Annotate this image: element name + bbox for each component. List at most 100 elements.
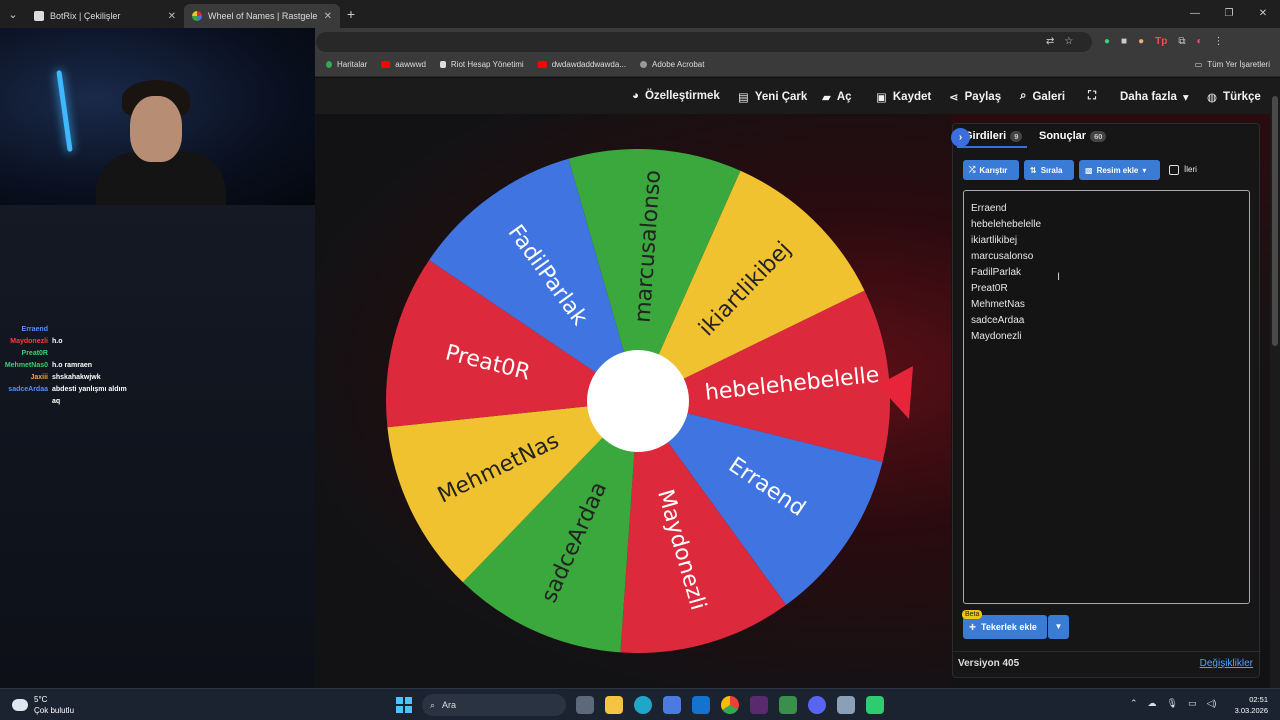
active-tab-indicator xyxy=(957,146,1027,148)
chat-message: Preat0R xyxy=(0,347,200,359)
tab-results[interactable]: Sonuçlar 60 xyxy=(1039,130,1107,142)
add-image-button[interactable]: ▩ Resim ekle ▾ xyxy=(1079,160,1160,180)
bookmark-riot[interactable]: Riot Hesap Yönetimi xyxy=(439,60,524,69)
save-button[interactable]: ▣ Kaydet xyxy=(876,90,931,104)
weather-condition: Çok bulutlu xyxy=(34,706,75,715)
chat-message: Maydonezli h.o xyxy=(0,335,200,347)
add-wheels-dropdown[interactable]: ▼ xyxy=(1048,615,1069,639)
sort-button[interactable]: ⇅ Sırala xyxy=(1024,160,1074,180)
close-icon[interactable]: ✕ xyxy=(324,11,332,22)
scrollbar-thumb[interactable] xyxy=(1272,96,1278,346)
close-icon[interactable]: ✕ xyxy=(168,11,176,22)
save-icon: ▣ xyxy=(876,92,887,104)
settings-gear-icon[interactable] xyxy=(837,696,855,714)
extension-box-icon[interactable]: ■ xyxy=(1121,36,1127,47)
profile-icon[interactable]: ◐ xyxy=(1197,36,1203,47)
advanced-label: İleri xyxy=(1184,165,1197,174)
cloud-sync-icon[interactable]: ☁ xyxy=(1148,698,1157,709)
translate-icon[interactable]: ⇄ xyxy=(1046,36,1054,47)
new-wheel-button[interactable]: ▤ Yeni Çark xyxy=(738,90,807,104)
extensions-puzzle-icon[interactable]: ⧉ xyxy=(1178,36,1185,47)
chrome-icon[interactable] xyxy=(721,696,739,714)
minimize-icon[interactable]: — xyxy=(1178,0,1212,28)
extensions-bar: ● ■ ● Tp ⧉ ◐ ⋮ xyxy=(1104,36,1224,47)
gallery-button[interactable]: ⌕ Galeri xyxy=(1020,90,1065,103)
address-bar[interactable] xyxy=(316,32,1092,52)
all-bookmarks[interactable]: ▭ Tüm Yer İşaretleri xyxy=(1195,60,1270,69)
shuffle-button[interactable]: ⤮ Karıştır xyxy=(963,160,1019,180)
tab-search-chevron-icon[interactable]: ⌄ xyxy=(0,8,26,21)
wheel-center-hub[interactable] xyxy=(587,350,689,452)
more-menu[interactable]: Daha fazla ▾ xyxy=(1120,90,1189,104)
image-icon: ▩ xyxy=(1085,165,1093,175)
results-count-badge: 60 xyxy=(1090,130,1107,142)
date: 3.03.2026 xyxy=(1234,706,1268,715)
tab-title: BotRix | Çekilişler xyxy=(50,11,121,21)
language-menu[interactable]: ◍ Türkçe xyxy=(1207,90,1261,104)
bookmark-adobe[interactable]: Adobe Acrobat xyxy=(639,60,704,69)
new-tab-plus-icon[interactable]: + xyxy=(340,6,362,22)
extension-face-icon[interactable]: ● xyxy=(1138,36,1144,47)
extension-tp-icon[interactable]: Tp xyxy=(1155,36,1167,47)
system-clock[interactable]: 02:51 3.03.2026 xyxy=(1235,694,1268,716)
entry-line: sadceArdaa xyxy=(971,315,1025,326)
chat-username: Erraend xyxy=(21,325,48,333)
bookmark-maps[interactable]: Haritalar xyxy=(326,60,367,69)
tab-entries[interactable]: › Girdileri 9 xyxy=(951,128,1023,147)
extension-shield-icon[interactable]: ● xyxy=(1104,36,1110,47)
editor-icon[interactable] xyxy=(750,696,768,714)
entries-count-badge: 9 xyxy=(1010,130,1023,142)
neon-light xyxy=(56,70,73,152)
volume-icon[interactable]: ◁) xyxy=(1207,698,1217,709)
open-button[interactable]: ▰ Aç xyxy=(822,90,852,104)
changes-link[interactable]: Değişiklikler xyxy=(1200,658,1253,669)
chat-message: sadceArdaa abdesti yanlışmı aldım xyxy=(0,383,200,395)
app-navigation: ◕ Özelleştirmek ▤ Yeni Çark ▰ Aç ▣ Kaydet ⋖ P… xyxy=(315,78,1280,114)
network-icon[interactable]: ▭ xyxy=(1188,698,1197,709)
fullscreen-button[interactable]: ⛶ xyxy=(1088,90,1096,103)
game-app-icon[interactable] xyxy=(866,696,884,714)
collapse-arrow-icon[interactable]: › xyxy=(951,128,970,147)
chat-username: MehmetNas0 xyxy=(4,361,48,369)
weather-widget[interactable]: 5°C Çok bulutlu xyxy=(12,694,74,716)
fullscreen-icon: ⛶ xyxy=(1088,90,1097,102)
customize-button[interactable]: ◕ Özelleştirmek xyxy=(632,90,720,102)
outlook-icon[interactable] xyxy=(692,696,710,714)
store-icon[interactable] xyxy=(663,696,681,714)
discord-icon[interactable] xyxy=(808,696,826,714)
entries-textarea[interactable]: Erraend hebelehebelelle ikiartlikibej marcu… xyxy=(963,190,1250,604)
entry-line: Maydonezli xyxy=(971,331,1022,342)
bookmark-youtube-1[interactable]: aawwwd xyxy=(381,60,426,69)
time: 02:51 xyxy=(1249,695,1268,704)
youtube-icon xyxy=(381,61,391,68)
chat-text: h.o ramraen xyxy=(52,361,93,369)
wheel-area: hebelehebelelle Erraend Maydonezli sadceArd… xyxy=(315,114,951,688)
system-tray: ⌃ ☁ 🎙 ▭ ◁) xyxy=(1130,698,1216,709)
browser-menu-icon[interactable]: ⋮ xyxy=(1214,36,1224,47)
folder-open-icon: ▰ xyxy=(822,92,831,104)
notepad-icon[interactable] xyxy=(779,696,797,714)
chat-message: Jaxiii shskahakwjwk xyxy=(0,371,200,383)
close-window-icon[interactable]: ✕ xyxy=(1246,0,1280,28)
page-scrollbar[interactable] xyxy=(1270,84,1280,688)
share-button[interactable]: ⋖ Paylaş xyxy=(949,90,1001,104)
temperature: 5°C xyxy=(34,695,48,704)
advanced-checkbox[interactable] xyxy=(1169,165,1179,175)
entry-line: Preat0R xyxy=(971,283,1008,294)
file-explorer-icon[interactable] xyxy=(605,696,623,714)
chevron-up-icon[interactable]: ⌃ xyxy=(1130,698,1138,709)
taskbar-search[interactable]: ⌕ Ara xyxy=(422,694,566,716)
browser-tab-wheel-of-names[interactable]: Wheel of Names | Rastgele ad s ✕ xyxy=(184,4,340,28)
globe-icon xyxy=(639,61,647,68)
wheel-of-names[interactable]: hebelehebelelleErraendMaydonezlisadceArd… xyxy=(385,146,917,656)
restore-icon[interactable]: ❐ xyxy=(1212,0,1246,28)
windows-start-icon[interactable] xyxy=(396,697,412,713)
edge-icon[interactable] xyxy=(634,696,652,714)
task-view-icon[interactable] xyxy=(576,696,594,714)
caret-down-icon: ▾ xyxy=(1142,165,1147,175)
browser-tab-botrix[interactable]: BotRix | Çekilişler ✕ xyxy=(26,4,184,28)
bookmark-youtube-2[interactable]: dwdawdaddwawda... xyxy=(537,60,626,69)
bookmark-star-icon[interactable]: ☆ xyxy=(1064,36,1073,47)
stream-chat: Erraend Maydonezli h.o Preat0R MehmetNas0 h.o… xyxy=(0,323,200,407)
microphone-icon[interactable]: 🎙 xyxy=(1167,698,1178,709)
